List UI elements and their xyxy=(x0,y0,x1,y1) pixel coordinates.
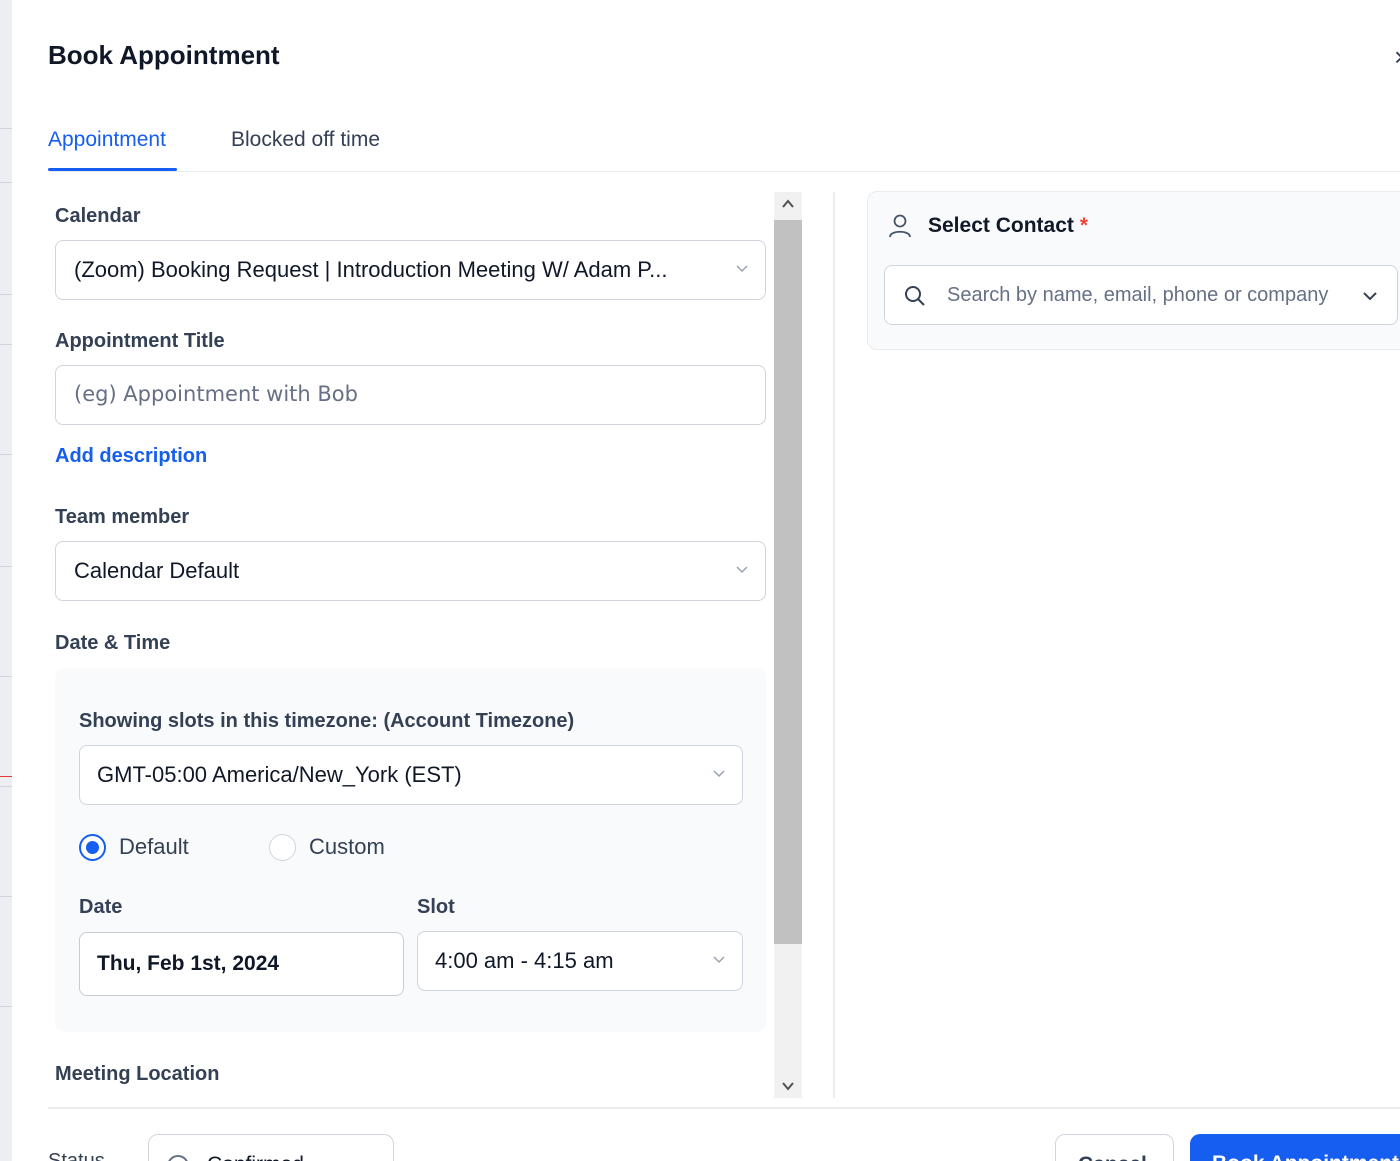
background-divider xyxy=(0,786,12,787)
modal-title: Book Appointment xyxy=(48,40,280,70)
background-divider xyxy=(0,294,12,295)
column-divider xyxy=(833,192,835,1098)
select-contact-title: Select Contact * xyxy=(928,214,1088,238)
slot-select[interactable]: 4:00 am - 4:15 am xyxy=(417,931,743,991)
chevron-down-icon xyxy=(736,265,748,273)
team-member-label: Team member xyxy=(55,506,190,528)
appointment-form: Calendar (Zoom) Booking Request | Introd… xyxy=(55,192,775,1098)
status-select[interactable]: Confirmed xyxy=(148,1134,394,1161)
search-icon xyxy=(905,286,925,306)
book-appointment-button-label: Book Appointment xyxy=(1212,1152,1399,1161)
radio-custom-label: Custom xyxy=(309,834,385,859)
form-scrollbar[interactable] xyxy=(774,192,802,1098)
select-contact-title-text: Select Contact xyxy=(928,214,1074,237)
background-divider xyxy=(0,344,12,345)
book-appointment-button[interactable]: Book Appointment xyxy=(1190,1134,1400,1161)
footer-divider xyxy=(48,1107,1400,1109)
tab-blocked-off-time[interactable]: Blocked off time xyxy=(231,128,380,152)
timezone-select-value: GMT-05:00 America/New_York (EST) xyxy=(97,762,462,787)
close-icon[interactable]: × xyxy=(1394,42,1400,73)
required-mark: * xyxy=(1079,214,1089,237)
timezone-label: Showing slots in this timezone: (Account… xyxy=(79,710,575,732)
slot-label: Slot xyxy=(417,896,455,918)
calendar-label: Calendar xyxy=(55,205,141,227)
chevron-down-icon xyxy=(736,566,748,574)
radio-custom-button[interactable] xyxy=(269,834,296,861)
background-divider xyxy=(0,1006,12,1007)
book-appointment-modal: Book Appointment × Appointment Blocked o… xyxy=(12,0,1400,1161)
user-icon xyxy=(889,214,911,238)
background-divider xyxy=(0,128,12,129)
status-icon xyxy=(167,1155,189,1161)
team-member-select-value: Calendar Default xyxy=(74,558,240,583)
background-divider xyxy=(0,676,12,677)
appointment-title-label: Appointment Title xyxy=(55,330,225,352)
contact-search-input[interactable] xyxy=(947,280,1339,310)
calendar-select[interactable]: (Zoom) Booking Request | Introduction Me… xyxy=(55,240,766,300)
background-divider xyxy=(0,566,12,567)
scroll-down-arrow-icon[interactable] xyxy=(780,1078,796,1094)
date-label: Date xyxy=(79,896,123,918)
background-divider xyxy=(0,896,12,897)
background-divider xyxy=(0,776,12,777)
team-member-select[interactable]: Calendar Default xyxy=(55,541,766,601)
cancel-button-label: Cancel xyxy=(1078,1153,1147,1161)
tab-bar: Appointment Blocked off time xyxy=(48,124,1400,172)
tab-appointment[interactable]: Appointment xyxy=(48,128,166,152)
status-select-value: Confirmed xyxy=(207,1153,304,1161)
background-divider xyxy=(0,454,12,455)
chevron-down-icon xyxy=(713,770,725,778)
timezone-select[interactable]: GMT-05:00 America/New_York (EST) xyxy=(79,745,743,805)
date-time-label: Date & Time xyxy=(55,632,171,654)
select-contact-card: Select Contact * xyxy=(867,191,1400,350)
meeting-location-label: Meeting Location xyxy=(55,1063,220,1085)
date-time-panel: Showing slots in this timezone: (Account… xyxy=(55,668,766,1032)
date-input-value: Thu, Feb 1st, 2024 xyxy=(97,952,280,975)
calendar-select-value: (Zoom) Booking Request | Introduction Me… xyxy=(74,257,668,282)
scrollbar-thumb[interactable] xyxy=(774,220,802,944)
chevron-down-icon[interactable] xyxy=(1361,288,1379,304)
active-tab-indicator xyxy=(48,168,177,171)
background-divider xyxy=(0,182,12,183)
add-description-link[interactable]: Add description xyxy=(55,445,207,468)
chevron-down-icon xyxy=(713,956,725,964)
appointment-title-input[interactable]: (eg) Appointment with Bob xyxy=(55,365,766,425)
appointment-title-placeholder: (eg) Appointment with Bob xyxy=(74,382,358,406)
slot-select-value: 4:00 am - 4:15 am xyxy=(435,948,614,973)
status-label: Status xyxy=(48,1150,105,1161)
radio-default-button[interactable] xyxy=(79,834,106,861)
cancel-button[interactable]: Cancel xyxy=(1055,1134,1174,1161)
contact-search-field[interactable] xyxy=(884,265,1398,325)
background-page xyxy=(0,0,12,1161)
radio-default-label: Default xyxy=(119,834,189,859)
date-input[interactable]: Thu, Feb 1st, 2024 xyxy=(79,932,404,996)
scroll-up-arrow-icon[interactable] xyxy=(780,196,796,212)
